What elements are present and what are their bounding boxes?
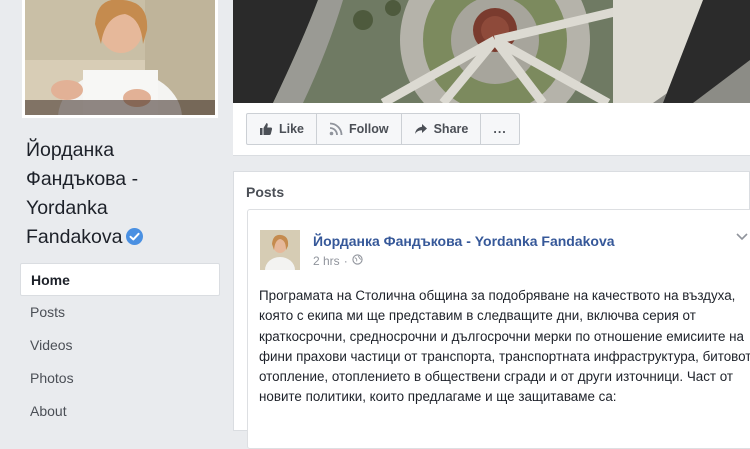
globe-icon xyxy=(352,254,363,268)
nav-item-videos[interactable]: Videos xyxy=(20,329,220,362)
cover-photo[interactable] xyxy=(233,0,750,103)
page-title-line: Йорданка xyxy=(26,139,115,161)
verified-badge-icon xyxy=(126,228,144,245)
post-author-link[interactable]: Йорданка Фандъкова - Yordanka Fandakova xyxy=(313,233,615,249)
meta-separator: · xyxy=(343,254,348,268)
more-dots-icon: ... xyxy=(493,122,507,136)
rss-icon xyxy=(329,122,343,136)
posts-section: Posts Йорданка Фандъкова - Yordanka Fand… xyxy=(233,171,750,449)
share-arrow-icon xyxy=(414,122,428,136)
page-action-bar: Like Follow Share ... xyxy=(233,103,750,156)
nav-item-photos[interactable]: Photos xyxy=(20,362,220,395)
page-title-line: Фандъкова - xyxy=(26,168,139,190)
share-label: Share xyxy=(433,122,469,136)
page-title-line: Yordanka xyxy=(26,197,108,219)
more-options-button[interactable]: ... xyxy=(481,114,518,144)
page-title: Йорданка Фандъкова - Yordanka Fandakova xyxy=(26,136,226,252)
nav-item-about[interactable]: About xyxy=(20,395,220,428)
like-label: Like xyxy=(279,122,305,136)
action-button-group: Like Follow Share ... xyxy=(246,113,520,145)
nav-item-home[interactable]: Home xyxy=(20,263,220,296)
post-meta: 2 hrs · xyxy=(313,254,363,268)
like-button[interactable]: Like xyxy=(247,114,318,144)
page-navigation: Home Posts Videos Photos About xyxy=(20,263,220,428)
follow-button[interactable]: Follow xyxy=(317,114,402,144)
share-button[interactable]: Share xyxy=(402,114,482,144)
post-card: Йорданка Фандъкова - Yordanka Fandakova … xyxy=(247,209,750,449)
profile-picture[interactable] xyxy=(22,0,218,118)
page-title-line: Fandakova xyxy=(26,226,123,248)
post-options-chevron-icon[interactable] xyxy=(736,230,748,244)
thumbs-up-icon xyxy=(259,122,273,136)
nav-item-posts[interactable]: Posts xyxy=(20,296,220,329)
post-body-text: Програмата на Столична община за подобря… xyxy=(259,288,750,405)
posts-section-title: Posts xyxy=(246,184,285,200)
post-timestamp[interactable]: 2 hrs xyxy=(313,254,340,268)
post-author-avatar[interactable] xyxy=(260,230,300,270)
follow-label: Follow xyxy=(349,122,389,136)
